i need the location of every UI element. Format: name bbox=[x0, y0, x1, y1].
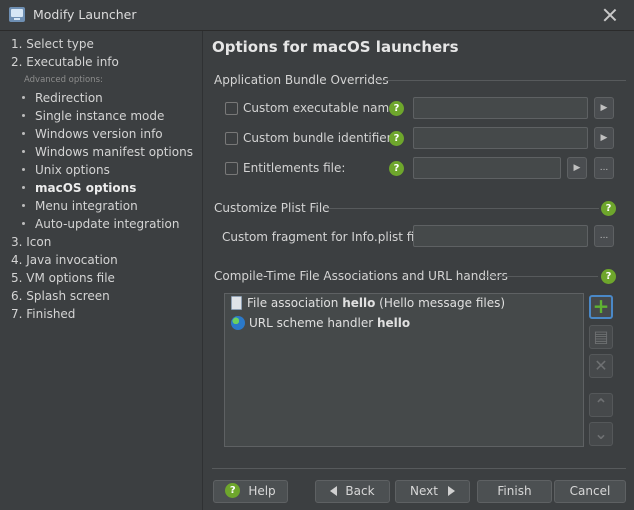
help-icon[interactable]: ? bbox=[389, 131, 404, 146]
step-single-instance[interactable]: Single instance mode bbox=[22, 109, 164, 123]
section-associations: Compile-Time File Associations and URL h… bbox=[214, 269, 508, 283]
entitlements-checkbox[interactable] bbox=[225, 162, 238, 175]
custom-bundle-id-label: Custom bundle identifier: bbox=[243, 131, 396, 145]
add-icon[interactable]: + bbox=[589, 295, 613, 319]
help-icon[interactable]: ? bbox=[601, 201, 616, 216]
step-icon[interactable]: 3. Icon bbox=[11, 235, 51, 249]
custom-bundle-id-checkbox[interactable] bbox=[225, 132, 238, 145]
file-icon bbox=[231, 295, 242, 310]
plist-fragment-field[interactable] bbox=[413, 225, 588, 247]
custom-executable-checkbox[interactable] bbox=[225, 102, 238, 115]
section-plist: Customize Plist File bbox=[214, 201, 330, 215]
step-macos-options[interactable]: macOS options bbox=[22, 181, 136, 195]
step-select-type[interactable]: 1. Select type bbox=[11, 37, 94, 51]
step-executable-info[interactable]: 2. Executable info bbox=[11, 55, 119, 69]
entitlements-field[interactable] bbox=[413, 157, 561, 179]
section-bundle-overrides: Application Bundle Overrides bbox=[214, 73, 389, 87]
plist-fragment-label: Custom fragment for Info.plist file: bbox=[222, 230, 430, 244]
list-item[interactable]: File association hello (Hello message fi… bbox=[231, 295, 505, 311]
play-arrow-icon[interactable]: ▶ bbox=[594, 127, 614, 149]
custom-bundle-id-field[interactable] bbox=[413, 127, 588, 149]
window-title: Modify Launcher bbox=[33, 7, 137, 22]
footer-divider bbox=[212, 468, 626, 469]
play-arrow-icon[interactable]: ▶ bbox=[594, 97, 614, 119]
associations-list[interactable]: File association hello (Hello message fi… bbox=[224, 293, 584, 447]
back-arrow-icon bbox=[330, 485, 338, 496]
section-divider bbox=[484, 276, 598, 277]
advanced-options-label: Advanced options: bbox=[24, 75, 103, 85]
step-splash-screen[interactable]: 6. Splash screen bbox=[11, 289, 110, 303]
play-arrow-icon[interactable]: ▶ bbox=[567, 157, 587, 179]
step-vm-options-file[interactable]: 5. VM options file bbox=[11, 271, 115, 285]
help-button[interactable]: ? Help bbox=[213, 480, 288, 503]
edit-icon[interactable]: ▤ bbox=[589, 325, 613, 349]
delete-icon[interactable]: ✕ bbox=[589, 354, 613, 378]
help-icon: ? bbox=[225, 483, 241, 498]
wizard-steps-sidebar: 1. Select type 2. Executable info Advanc… bbox=[0, 31, 203, 510]
back-button[interactable]: Back bbox=[315, 480, 390, 503]
list-item[interactable]: URL scheme handler hello bbox=[231, 315, 410, 331]
step-windows-version-info[interactable]: Windows version info bbox=[22, 127, 163, 141]
page-title: Options for macOS launchers bbox=[212, 38, 459, 56]
step-windows-manifest[interactable]: Windows manifest options bbox=[22, 145, 193, 159]
move-down-icon[interactable]: ⌄ bbox=[589, 422, 613, 446]
step-unix-options[interactable]: Unix options bbox=[22, 163, 110, 177]
step-finished[interactable]: 7. Finished bbox=[11, 307, 75, 321]
help-icon[interactable]: ? bbox=[601, 269, 616, 284]
browse-button[interactable]: ... bbox=[594, 157, 614, 179]
cancel-button[interactable]: Cancel bbox=[554, 480, 626, 503]
main-panel: Options for macOS launchers Application … bbox=[204, 31, 634, 510]
help-icon[interactable]: ? bbox=[389, 161, 404, 176]
step-java-invocation[interactable]: 4. Java invocation bbox=[11, 253, 118, 267]
next-arrow-icon bbox=[447, 485, 455, 496]
section-divider bbox=[376, 80, 626, 81]
monitor-icon bbox=[9, 7, 25, 22]
move-up-icon[interactable]: ⌃ bbox=[589, 393, 613, 417]
step-redirection[interactable]: Redirection bbox=[22, 91, 103, 105]
help-icon[interactable]: ? bbox=[389, 101, 404, 116]
step-auto-update[interactable]: Auto-update integration bbox=[22, 217, 179, 231]
custom-executable-label: Custom executable name: bbox=[243, 101, 401, 115]
title-bar: Modify Launcher bbox=[0, 0, 634, 31]
custom-executable-field[interactable] bbox=[413, 97, 588, 119]
next-button[interactable]: Next bbox=[395, 480, 470, 503]
step-menu-integration[interactable]: Menu integration bbox=[22, 199, 138, 213]
section-divider bbox=[324, 208, 599, 209]
globe-icon bbox=[231, 315, 245, 330]
finish-button[interactable]: Finish bbox=[477, 480, 552, 503]
entitlements-label: Entitlements file: bbox=[243, 161, 346, 175]
browse-button[interactable]: ... bbox=[594, 225, 614, 247]
close-icon[interactable] bbox=[602, 7, 618, 23]
